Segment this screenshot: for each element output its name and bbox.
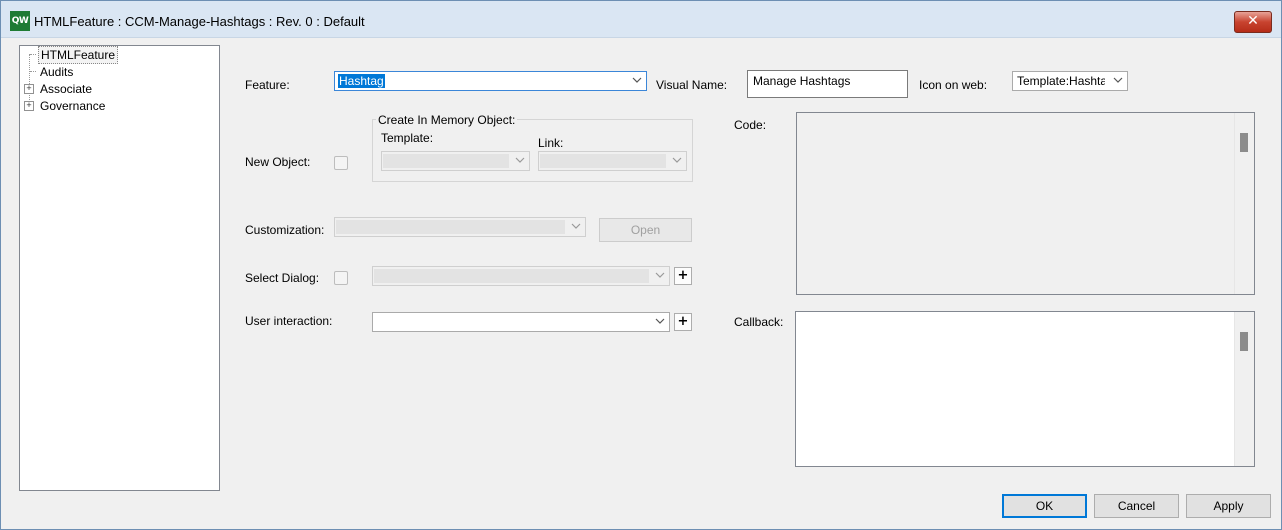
close-button[interactable]: ✕ bbox=[1234, 11, 1272, 33]
user-interaction-select[interactable] bbox=[372, 312, 670, 332]
select-dialog-label: Select Dialog: bbox=[245, 271, 320, 285]
chevron-down-icon bbox=[571, 223, 581, 229]
code-editor[interactable] bbox=[796, 112, 1255, 295]
visual-name-value: Manage Hashtags bbox=[753, 74, 851, 88]
add-user-interaction-button[interactable]: + bbox=[674, 313, 692, 331]
chevron-down-icon bbox=[632, 77, 642, 83]
tree-connector-line bbox=[30, 54, 36, 55]
tree-item-label: Audits bbox=[40, 65, 74, 79]
link-select[interactable] bbox=[538, 151, 687, 171]
icon-on-web-label: Icon on web: bbox=[919, 78, 988, 92]
customization-select-field bbox=[336, 220, 565, 234]
user-interaction-label: User interaction: bbox=[245, 314, 333, 328]
tree-item-label: HTMLFeature bbox=[38, 46, 119, 64]
expand-plus-icon[interactable]: + bbox=[24, 101, 34, 111]
tree-connector-line bbox=[30, 71, 36, 72]
chevron-down-icon bbox=[655, 318, 665, 324]
new-object-label: New Object: bbox=[245, 155, 311, 169]
icon-on-web-select[interactable]: Template:Hashta bbox=[1012, 71, 1128, 91]
select-dialog-checkbox[interactable] bbox=[334, 271, 348, 285]
callback-scrollbar[interactable] bbox=[1234, 312, 1254, 466]
add-select-dialog-button[interactable]: + bbox=[674, 267, 692, 285]
visual-name-label: Visual Name: bbox=[656, 78, 728, 92]
select-dialog-select-field bbox=[374, 269, 649, 283]
new-object-checkbox[interactable] bbox=[334, 156, 348, 170]
scrollbar-thumb[interactable] bbox=[1240, 332, 1248, 351]
ok-button[interactable]: OK bbox=[1002, 494, 1087, 518]
code-label: Code: bbox=[734, 118, 767, 132]
code-scrollbar[interactable] bbox=[1234, 113, 1254, 294]
visual-name-input[interactable]: Manage Hashtags bbox=[747, 70, 908, 98]
tree-item-label: Governance bbox=[40, 99, 106, 113]
chevron-down-icon bbox=[515, 157, 525, 163]
tree-connector-line bbox=[29, 54, 30, 106]
callback-editor[interactable] bbox=[795, 311, 1255, 467]
link-label: Link: bbox=[538, 136, 564, 150]
dialog-window: QW HTMLFeature : CCM-Manage-Hashtags : R… bbox=[0, 0, 1282, 530]
chevron-down-icon bbox=[655, 272, 665, 278]
app-logo-icon: QW bbox=[10, 11, 30, 31]
chevron-down-icon bbox=[672, 157, 682, 163]
icon-on-web-value: Template:Hashta bbox=[1017, 74, 1105, 88]
customization-select[interactable] bbox=[334, 217, 586, 237]
feature-value: Hashtag bbox=[338, 74, 385, 88]
feature-label: Feature: bbox=[245, 78, 290, 92]
link-select-field bbox=[540, 154, 666, 168]
customization-label: Customization: bbox=[245, 223, 325, 237]
chevron-down-icon bbox=[1113, 77, 1123, 83]
template-select[interactable] bbox=[381, 151, 530, 171]
tree-item-label: Associate bbox=[40, 82, 93, 96]
open-button[interactable]: Open bbox=[599, 218, 692, 242]
window-title: HTMLFeature : CCM-Manage-Hashtags : Rev.… bbox=[34, 14, 365, 29]
expand-plus-icon[interactable]: + bbox=[24, 84, 34, 94]
apply-button[interactable]: Apply bbox=[1186, 494, 1271, 518]
feature-select[interactable]: Hashtag bbox=[334, 71, 647, 91]
template-select-field bbox=[383, 154, 509, 168]
callback-label: Callback: bbox=[734, 315, 784, 329]
navigation-tree[interactable]: HTMLFeature Audits + Associate + Governa… bbox=[19, 45, 220, 491]
title-bar: QW HTMLFeature : CCM-Manage-Hashtags : R… bbox=[1, 1, 1281, 38]
select-dialog-select[interactable] bbox=[372, 266, 670, 286]
template-label: Template: bbox=[381, 131, 434, 145]
cancel-button[interactable]: Cancel bbox=[1094, 494, 1179, 518]
scrollbar-thumb[interactable] bbox=[1240, 133, 1248, 152]
create-in-memory-title: Create In Memory Object: bbox=[376, 113, 518, 127]
